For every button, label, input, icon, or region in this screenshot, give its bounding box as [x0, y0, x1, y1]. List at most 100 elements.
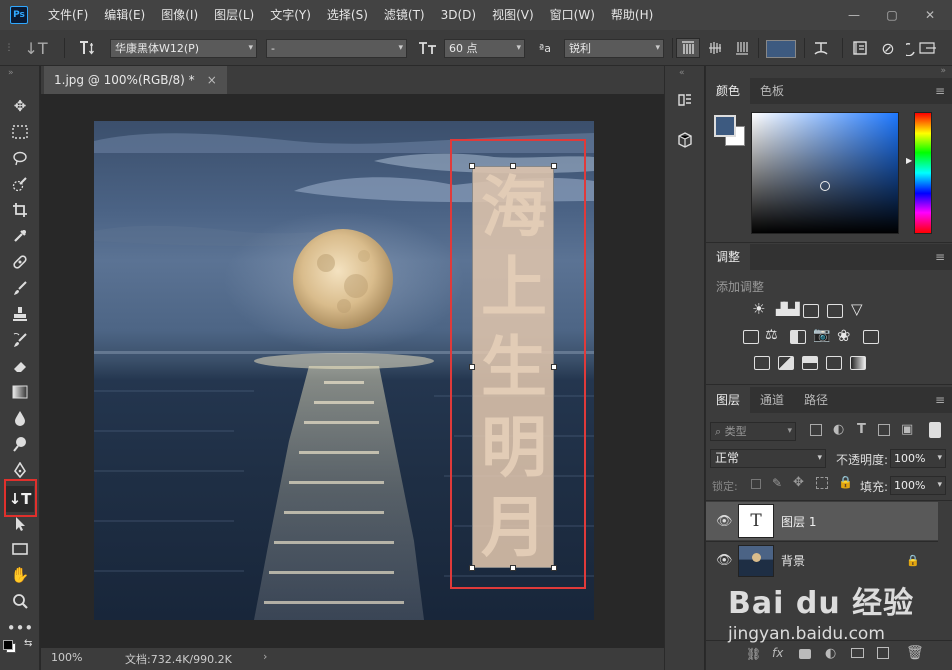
gradient-tool-icon[interactable] [6, 380, 34, 404]
zoom-tool-icon[interactable] [6, 589, 34, 613]
status-menu-icon[interactable]: › [263, 650, 267, 663]
history-brush-tool-icon[interactable] [6, 328, 34, 352]
brush-tool-icon[interactable] [6, 276, 34, 300]
blur-tool-icon[interactable] [6, 406, 34, 430]
new-layer-icon[interactable] [877, 647, 889, 659]
tab-swatches[interactable]: 色板 [750, 78, 794, 104]
healing-brush-tool-icon[interactable] [6, 250, 34, 274]
lock-artboard-icon[interactable] [816, 477, 828, 489]
tab-layers[interactable]: 图层 [706, 387, 751, 413]
clone-stamp-tool-icon[interactable] [6, 302, 34, 326]
font-style-select[interactable]: - ▾ [266, 39, 407, 58]
collapse-icon[interactable]: » [8, 68, 14, 78]
menu-3d[interactable]: 3D(D) [433, 0, 484, 30]
new-adjustment-icon[interactable]: ◐ [825, 646, 836, 661]
align-bottom-icon[interactable] [730, 38, 754, 58]
menu-window[interactable]: 窗口(W) [542, 0, 603, 30]
filter-toggle-icon[interactable] [929, 422, 941, 438]
close-button[interactable]: ✕ [916, 5, 944, 25]
close-tab-icon[interactable]: × [207, 73, 217, 87]
eye-icon[interactable]: 👁 [716, 514, 733, 529]
menu-image[interactable]: 图像(I) [153, 0, 206, 30]
toggle-text-orientation-icon[interactable] [74, 38, 100, 58]
layer-row-text[interactable]: 👁 T 图层 1 [706, 502, 938, 540]
filter-shape-icon[interactable] [878, 424, 890, 436]
zoom-level[interactable]: 100% [51, 651, 82, 664]
lock-all-icon[interactable]: 🔒 [838, 475, 853, 489]
hue-saturation-icon[interactable] [743, 330, 759, 344]
tab-channels[interactable]: 通道 [750, 387, 794, 413]
photo-filter-icon[interactable]: 📷 [813, 327, 830, 343]
menu-file[interactable]: 文件(F) [40, 0, 96, 30]
gradient-map-icon[interactable] [850, 356, 866, 370]
path-select-tool-icon[interactable] [6, 512, 34, 536]
color-picker-cursor[interactable] [820, 181, 830, 191]
tool-preset-picker[interactable]: ↓T [18, 38, 54, 58]
transform-handle[interactable] [469, 364, 475, 370]
collapse-icon[interactable]: « [679, 68, 685, 78]
channel-mixer-icon[interactable]: ❀ [837, 326, 850, 345]
move-tool-icon[interactable]: ✥ [6, 94, 34, 118]
panel-menu-icon[interactable]: ≡ [935, 244, 945, 270]
black-white-icon[interactable] [790, 330, 806, 344]
menu-layer[interactable]: 图层(L) [206, 0, 262, 30]
eraser-tool-icon[interactable] [6, 354, 34, 378]
color-balance-icon[interactable]: ⚖ [765, 327, 778, 343]
lasso-tool-icon[interactable] [6, 146, 34, 170]
document-tab[interactable]: 1.jpg @ 100%(RGB/8) * × [44, 66, 227, 94]
foreground-color-swatch[interactable] [714, 115, 736, 137]
marquee-tool-icon[interactable] [6, 120, 34, 144]
text-color-swatch[interactable] [766, 40, 796, 58]
filter-type-icon[interactable]: T [857, 422, 866, 437]
vibrance-icon[interactable]: ▽ [851, 300, 863, 318]
eyedropper-tool-icon[interactable] [6, 224, 34, 248]
cancel-edit-icon[interactable]: ⊘ [876, 38, 900, 58]
exposure-icon[interactable] [827, 304, 843, 318]
hand-tool-icon[interactable]: ✋ [6, 563, 34, 587]
transform-handle[interactable] [510, 163, 516, 169]
crop-tool-icon[interactable] [6, 198, 34, 222]
invert-icon[interactable] [754, 356, 770, 370]
layer-name[interactable]: 背景 [781, 552, 805, 569]
transform-handle[interactable] [469, 565, 475, 571]
threshold-icon[interactable] [802, 356, 818, 370]
vertical-text-layer[interactable]: 海上生明月 [472, 166, 554, 568]
menu-help[interactable]: 帮助(H) [603, 0, 661, 30]
font-family-select[interactable]: 华康黑体W12(P) ▾ [110, 39, 257, 58]
panel-menu-icon[interactable]: ≡ [935, 78, 945, 104]
layer-filter-select[interactable]: ⌕ 类型 ▾ [710, 422, 796, 441]
menu-type[interactable]: 文字(Y) [262, 0, 319, 30]
transform-handle[interactable] [551, 364, 557, 370]
layer-row-background[interactable]: 👁 背景 🔒 [706, 541, 938, 579]
collapse-icon[interactable]: » [940, 66, 946, 76]
color-picker-field[interactable] [751, 112, 899, 234]
vertical-type-tool-icon[interactable]: ↓T [6, 486, 34, 512]
3d-panel-icon[interactable] [671, 128, 699, 152]
fill-field[interactable]: 100% ▾ [890, 476, 946, 495]
curves-icon[interactable] [803, 304, 819, 318]
font-size-select[interactable]: 60 点 ▾ [444, 39, 525, 58]
filter-smart-object-icon[interactable]: ▣ [901, 422, 913, 437]
eye-icon[interactable]: 👁 [716, 553, 733, 568]
panel-menu-icon[interactable]: ≡ [935, 387, 945, 413]
dodge-tool-icon[interactable] [6, 432, 34, 456]
transform-handle[interactable] [510, 565, 516, 571]
posterize-icon[interactable] [778, 356, 794, 370]
opacity-field[interactable]: 100% ▾ [890, 449, 946, 468]
default-colors-fg-icon[interactable] [3, 640, 13, 650]
selective-color-icon[interactable] [826, 356, 842, 370]
levels-icon[interactable]: ▟▙▟ [776, 302, 800, 316]
menu-select[interactable]: 选择(S) [319, 0, 376, 30]
add-mask-icon[interactable] [799, 649, 811, 659]
hue-slider-marker[interactable]: ▶ [906, 156, 912, 165]
link-layers-icon[interactable]: ⛓ [746, 647, 761, 661]
menu-edit[interactable]: 编辑(E) [96, 0, 153, 30]
character-panel-icon[interactable] [848, 38, 872, 58]
lock-position-icon[interactable]: ✥ [793, 475, 804, 490]
hue-slider[interactable] [914, 112, 932, 234]
lock-pixels-icon[interactable]: ✎ [772, 476, 782, 490]
align-center-icon[interactable] [703, 38, 727, 58]
rectangle-tool-icon[interactable] [6, 537, 34, 561]
lock-transparent-icon[interactable] [751, 479, 761, 489]
layer-name[interactable]: 图层 1 [781, 513, 816, 530]
